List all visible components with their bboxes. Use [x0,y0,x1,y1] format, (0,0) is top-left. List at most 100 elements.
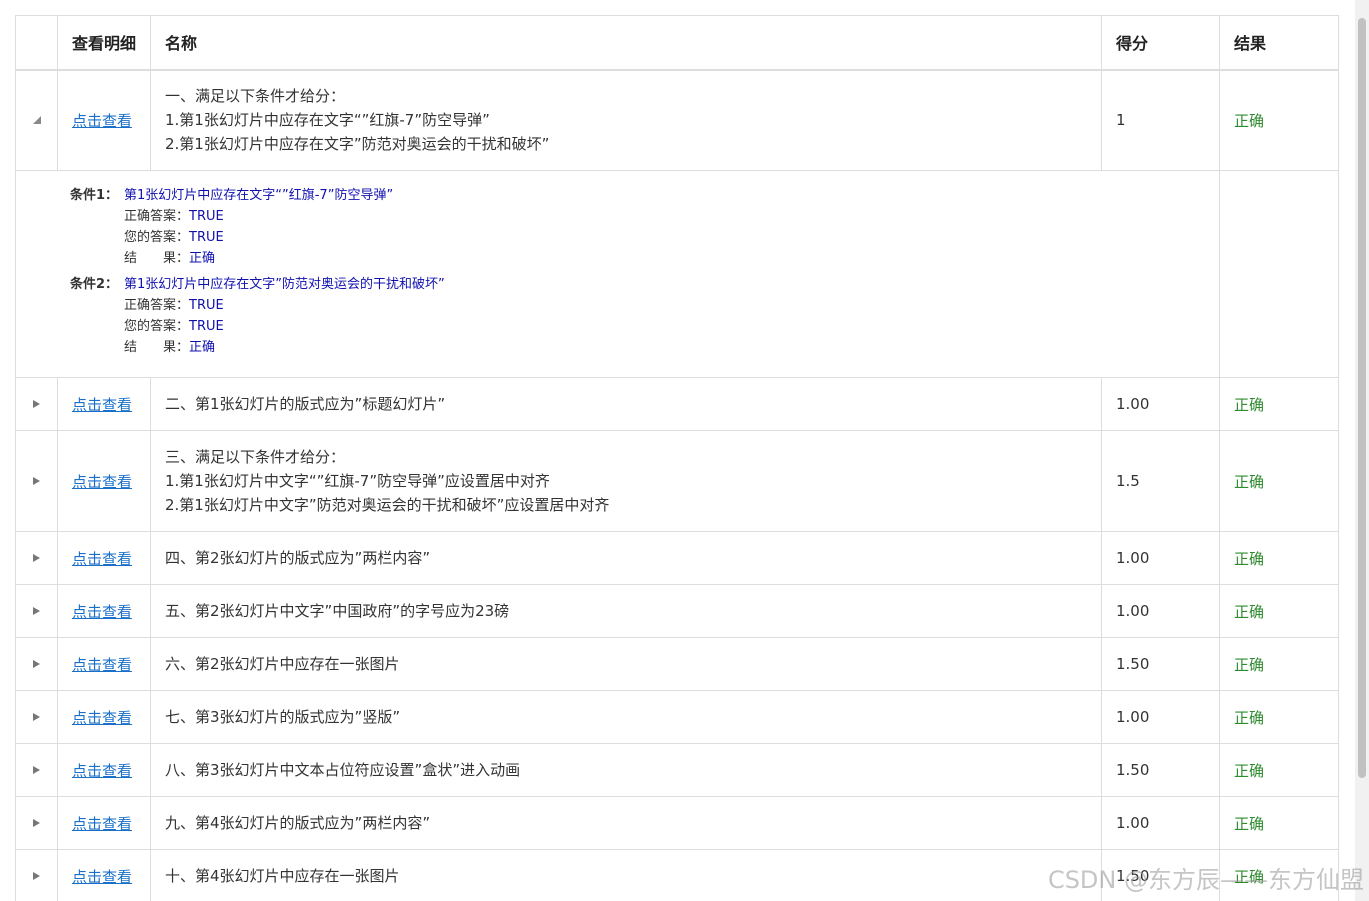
condition-title: 第1张幻灯片中应存在文字”防范对奥运会的干扰和破坏” [124,277,445,292]
your-answer-label: 您的答案： [124,230,190,245]
detail-cell: 点击查看 [57,584,151,638]
condition-title: 第1张幻灯片中应存在文字“”红旗-7”防空导弹” [124,188,394,203]
collapsed-triangle-icon [33,476,40,485]
name-cell: 五、第2张幻灯片中文字”中国政府”的字号应为23磅 [150,584,1102,638]
expand-toggle[interactable] [15,637,58,691]
detail-panel-spacer [1219,170,1339,378]
expand-toggle[interactable] [15,430,58,532]
condition-2: 条件2： 第1张幻灯片中应存在文字”防范对奥运会的干扰和破坏” 正确答案： TRU… [70,274,1205,358]
name-line: 二、第1张幻灯片的版式应为”标题幻灯片” [165,395,446,413]
result-cell: 正确 [1219,69,1339,171]
score-cell: 1.50 [1101,743,1220,797]
collapsed-triangle-icon [33,871,40,880]
score-cell: 1.00 [1101,531,1220,585]
expanded-triangle-icon [32,115,41,124]
table-row: 点击查看 七、第3张幻灯片的版式应为”竖版” 1.00 正确 [15,690,1339,744]
your-answer-value: TRUE [189,230,224,245]
view-detail-link[interactable]: 点击查看 [72,709,132,727]
view-detail-link[interactable]: 点击查看 [72,473,132,491]
collapsed-triangle-icon [33,765,40,774]
name-line: 一、满足以下条件才给分： [165,87,346,106]
correct-answer-value: TRUE [189,209,224,224]
view-detail-link[interactable]: 点击查看 [72,112,132,130]
name-line: 1.第1张幻灯片中文字“”红旗-7”防空导弹”应设置居中对齐 [165,472,550,490]
name-cell: 二、第1张幻灯片的版式应为”标题幻灯片” [150,377,1102,431]
result-cell: 正确 [1219,430,1339,532]
view-detail-link[interactable]: 点击查看 [72,550,132,568]
name-cell: 十、第4张幻灯片中应存在一张图片 [150,849,1102,901]
result-cell: 正确 [1219,531,1339,585]
name-line: 十、第4张幻灯片中应存在一张图片 [165,867,400,885]
result-label: 结 果： [124,251,190,266]
result-cell: 正确 [1219,743,1339,797]
expand-toggle[interactable] [15,584,58,638]
score-cell: 1 [1101,69,1220,171]
header-result: 结果 [1219,15,1339,71]
name-cell: 一、满足以下条件才给分： 1.第1张幻灯片中应存在文字“”红旗-7”防空导弹” … [150,69,1102,171]
collapsed-triangle-icon [33,399,40,408]
detail-cell: 点击查看 [57,796,151,850]
page: 查看明细 名称 得分 结果 点击查看 一、满足以下条件才给分： 1.第1张幻灯片… [0,0,1369,901]
result-cell: 正确 [1219,796,1339,850]
name-line: 七、第3张幻灯片的版式应为”竖版” [165,708,401,726]
name-cell: 八、第3张幻灯片中文本占位符应设置”盒状”进入动画 [150,743,1102,797]
view-detail-link[interactable]: 点击查看 [72,815,132,833]
collapse-toggle[interactable] [15,69,58,171]
result-cell: 正确 [1219,637,1339,691]
name-line: 2.第1张幻灯片中应存在文字”防范对奥运会的干扰和破坏” [165,135,550,154]
score-cell: 1.00 [1101,690,1220,744]
header-score: 得分 [1101,15,1220,71]
score-cell: 1.00 [1101,584,1220,638]
your-answer-value: TRUE [189,319,224,334]
score-cell: 1.00 [1101,377,1220,431]
detail-cell: 点击查看 [57,430,151,532]
result-cell: 正确 [1219,584,1339,638]
view-detail-link[interactable]: 点击查看 [72,396,132,414]
name-line: 1.第1张幻灯片中应存在文字“”红旗-7”防空导弹” [165,111,490,130]
condition-label: 条件2： [70,277,119,292]
score-cell: 1.00 [1101,796,1220,850]
name-line: 九、第4张幻灯片的版式应为”两栏内容” [165,814,431,832]
table-row: 点击查看 二、第1张幻灯片的版式应为”标题幻灯片” 1.00 正确 [15,377,1339,431]
name-line: 三、满足以下条件才给分： [165,448,346,466]
detail-cell: 点击查看 [57,69,151,171]
detail-cell: 点击查看 [57,690,151,744]
view-detail-link[interactable]: 点击查看 [72,762,132,780]
collapsed-triangle-icon [33,818,40,827]
expand-toggle[interactable] [15,690,58,744]
result-cell: 正确 [1219,377,1339,431]
header-name: 名称 [150,15,1102,71]
name-line: 五、第2张幻灯片中文字”中国政府”的字号应为23磅 [165,602,510,620]
table-row: 点击查看 一、满足以下条件才给分： 1.第1张幻灯片中应存在文字“”红旗-7”防… [15,69,1339,171]
table-row: 点击查看 三、满足以下条件才给分： 1.第1张幻灯片中文字“”红旗-7”防空导弹… [15,430,1339,532]
correct-answer-label: 正确答案： [124,298,190,313]
name-line: 八、第3张幻灯片中文本占位符应设置”盒状”进入动画 [165,761,521,779]
expand-toggle[interactable] [15,849,58,901]
expand-toggle[interactable] [15,796,58,850]
view-detail-link[interactable]: 点击查看 [72,868,132,886]
collapsed-triangle-icon [33,553,40,562]
detail-cell: 点击查看 [57,531,151,585]
results-table: 查看明细 名称 得分 结果 点击查看 一、满足以下条件才给分： 1.第1张幻灯片… [15,15,1339,901]
expand-toggle[interactable] [15,531,58,585]
watermark: CSDN @东方辰——东方仙盟 [1047,866,1364,894]
header-detail: 查看明细 [57,15,151,71]
name-line: 四、第2张幻灯片的版式应为”两栏内容” [165,549,431,567]
table-row: 点击查看 九、第4张幻灯片的版式应为”两栏内容” 1.00 正确 [15,796,1339,850]
vertical-scrollbar[interactable] [1355,0,1369,901]
condition-1: 条件1： 第1张幻灯片中应存在文字“”红旗-7”防空导弹” 正确答案： TRUE … [70,185,1205,269]
header-toggle [15,15,58,71]
condition-label: 条件1： [70,188,119,203]
scrollbar-thumb[interactable] [1358,18,1366,778]
table-row: 点击查看 八、第3张幻灯片中文本占位符应设置”盒状”进入动画 1.50 正确 [15,743,1339,797]
expand-toggle[interactable] [15,743,58,797]
collapsed-triangle-icon [33,659,40,668]
result-value: 正确 [189,340,216,355]
expand-toggle[interactable] [15,377,58,431]
name-cell: 九、第4张幻灯片的版式应为”两栏内容” [150,796,1102,850]
view-detail-link[interactable]: 点击查看 [72,603,132,621]
detail-cell: 点击查看 [57,849,151,901]
collapsed-triangle-icon [33,606,40,615]
name-line: 六、第2张幻灯片中应存在一张图片 [165,655,400,673]
view-detail-link[interactable]: 点击查看 [72,656,132,674]
